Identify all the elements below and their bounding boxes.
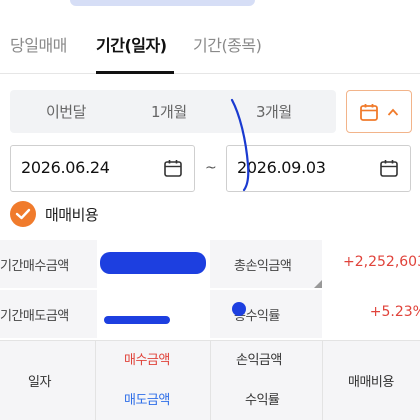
- column-fee: 매매비용: [348, 375, 394, 390]
- summary-label-cell: 총손익금액: [210, 240, 322, 288]
- calendar-toggle-button[interactable]: [346, 90, 412, 133]
- tab-period-date[interactable]: 기간(일자): [96, 32, 167, 56]
- column-buy-amount: 매수금액: [124, 353, 170, 368]
- list-header: 일자 매수금액 매도금액 손익금액 수익률 매매비용: [0, 340, 420, 420]
- summary-label-cell: 기간매수금액: [0, 240, 97, 288]
- tab-same-day[interactable]: 당일매매: [10, 32, 67, 56]
- tab-period-stock[interactable]: 기간(종목): [193, 32, 262, 56]
- period-1-month[interactable]: 1개월: [151, 101, 187, 122]
- redacted-sell-amount: [104, 316, 170, 324]
- tab-bar: 당일매매 기간(일자) 기간(종목): [0, 22, 420, 74]
- column-divider: [95, 341, 96, 420]
- calendar-icon: [360, 104, 378, 121]
- total-profit-label: 총손익금액: [234, 259, 292, 274]
- top-strip: [0, 0, 420, 10]
- total-profit-value: +2,252,603: [343, 254, 420, 270]
- summary-label-cell: 총수익률: [210, 290, 322, 338]
- start-date-field[interactable]: 2026.06.24: [10, 145, 195, 192]
- column-sell-amount: 매도금액: [124, 393, 170, 408]
- redacted-buy-amount: [100, 252, 206, 274]
- buy-amount-label: 기간매수금액: [0, 259, 69, 274]
- redaction-mark: [70, 0, 255, 6]
- start-date-value: 2026.06.24: [21, 158, 110, 177]
- period-3-month[interactable]: 3개월: [256, 101, 292, 122]
- redaction-mark: [232, 302, 246, 316]
- summary-label-cell: 기간매도금액: [0, 290, 97, 338]
- active-tab-indicator: [96, 71, 174, 74]
- end-date-field[interactable]: 2026.09.03: [226, 145, 411, 192]
- period-this-month[interactable]: 이번달: [46, 101, 86, 122]
- period-selector: 이번달 1개월 3개월: [10, 90, 336, 133]
- check-icon: [15, 208, 31, 220]
- column-profit: 손익금액: [236, 353, 282, 368]
- return-value: +5.23%: [369, 304, 420, 320]
- fee-label: 매매비용: [45, 206, 99, 224]
- sell-amount-label: 기간매도금액: [0, 309, 69, 324]
- column-return-rate: 수익률: [245, 393, 280, 408]
- date-range-separator: ~: [205, 160, 217, 176]
- summary-table: 기간매수금액 총손익금액 +2,252,603 기간매도금액 총수익률 +5.2…: [0, 240, 420, 338]
- end-date-value: 2026.09.03: [237, 158, 326, 177]
- corner-indicator-icon: [314, 280, 322, 288]
- summary-row: 기간매도금액 총수익률 +5.23%: [0, 290, 420, 338]
- column-divider: [210, 341, 211, 420]
- column-date: 일자: [28, 375, 51, 390]
- fee-checkbox[interactable]: [10, 201, 36, 227]
- column-divider: [322, 341, 323, 420]
- chevron-up-icon: [387, 108, 399, 116]
- calendar-icon[interactable]: [379, 158, 399, 178]
- calendar-icon[interactable]: [163, 158, 183, 178]
- summary-row: 기간매수금액 총손익금액 +2,252,603: [0, 240, 420, 288]
